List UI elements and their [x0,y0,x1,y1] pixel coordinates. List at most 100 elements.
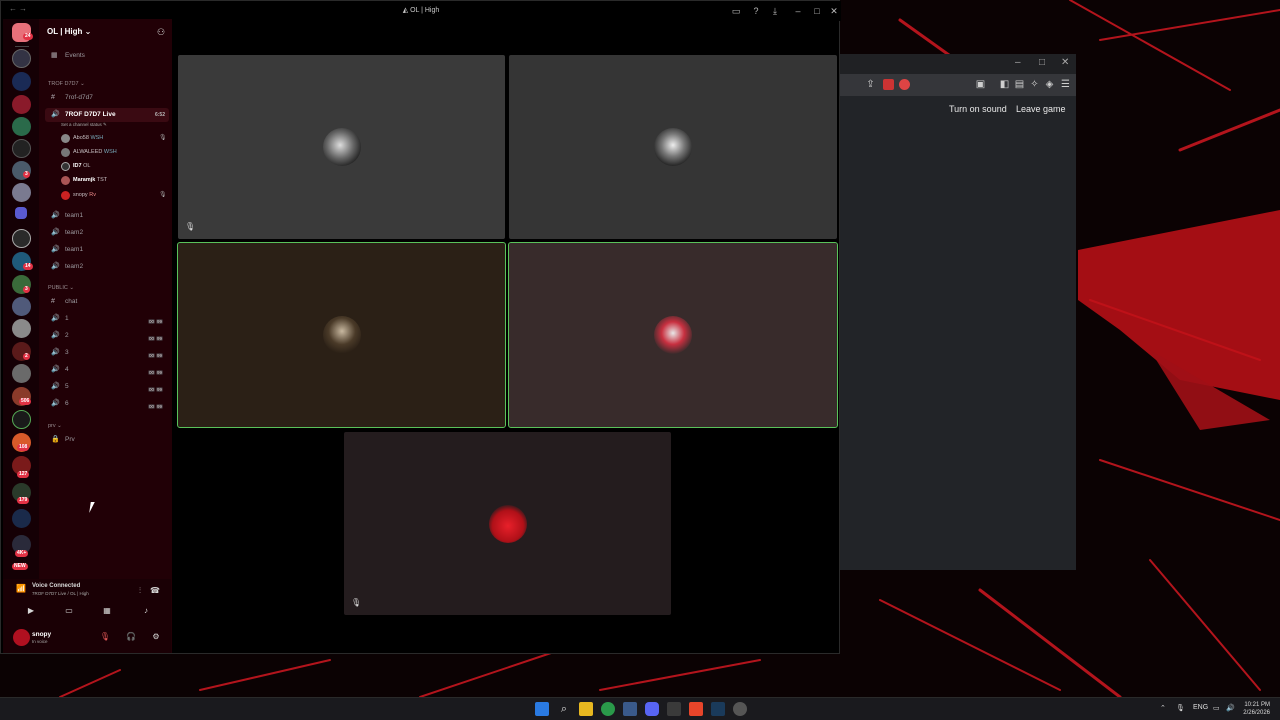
leo-icon[interactable]: ✧ [1029,79,1040,90]
server-icon[interactable] [12,364,31,383]
video-tile[interactable]: 🎙 [344,432,671,615]
folder-icon[interactable] [15,207,27,219]
menu-icon[interactable]: ☰ [1060,79,1071,90]
video-tile[interactable]: 🎙 [178,55,505,239]
browser-content: Turn on sound Leave game [839,96,1076,570]
voice-member[interactable]: Abo58 WSH 🎙 [59,132,167,144]
brave-shield-icon[interactable] [883,79,894,90]
share-icon[interactable]: ⇪ [865,79,876,90]
speaker-icon: 🔊 [51,366,60,373]
xbox-icon[interactable] [667,702,681,716]
channel-timer: 6:52 [154,112,165,118]
invite-people-icon[interactable]: ⚇ [157,27,165,38]
minimize-icon[interactable]: – [792,5,804,17]
voice-member[interactable]: Maramjk TST [59,174,107,186]
channel-status-hint[interactable]: Set a channel status ✎ [61,122,107,128]
sidebar-icon[interactable]: ◧ [999,79,1010,90]
volume-icon[interactable]: 🔊 [1226,704,1235,712]
screen-share-icon[interactable]: ▭ [63,605,75,617]
server-icon[interactable] [12,229,31,248]
avatar[interactable] [13,629,30,646]
category-header[interactable]: PUBLIC ⌄ [48,285,74,291]
steam-icon[interactable] [711,702,725,716]
text-channel-7rof[interactable]: #7rof-d7d7 [45,91,169,105]
speaker-icon: 🔊 [51,212,60,219]
steam-icon[interactable] [623,702,637,716]
headphones-icon[interactable]: 🎧 [125,631,137,643]
voice-channel-live[interactable]: 🔊 7ROF D7D7 Live 6:52 [45,108,169,122]
user-limit: 00 99 [147,370,163,375]
voice-member[interactable]: snopy Rv 🎙 [59,189,167,201]
video-tile-speaking[interactable] [508,242,838,428]
voice-channel-2[interactable]: 🔊 2 00 99 [45,329,169,343]
voice-channel-6[interactable]: 🔊 6 00 99 [45,397,169,411]
category-header[interactable]: prv ⌄ [48,423,62,429]
network-icon[interactable]: ▭ [1213,704,1220,712]
start-icon[interactable] [535,702,549,716]
maximize-icon[interactable]: □ [811,5,823,17]
server-icon[interactable] [12,319,31,338]
search-icon[interactable]: ⌕ [557,702,571,716]
download-icon[interactable]: ⤓ [769,5,781,17]
voice-channel-team1[interactable]: 🔊 team1 [45,209,169,223]
noise-suppression-icon[interactable]: ⫶ [134,585,146,597]
server-name-dropdown[interactable]: OL | High ⌄ [47,27,91,36]
help-icon[interactable]: ? [750,5,762,17]
rewards-icon[interactable] [899,79,910,90]
minimize-icon[interactable]: – [1015,57,1021,68]
soundboard-icon[interactable]: ♪ [140,605,152,617]
text-channel-chat[interactable]: # chat [45,295,169,309]
server-icon[interactable] [12,49,31,68]
mute-microphone-icon[interactable]: 🎙 [99,631,111,643]
app-icon[interactable] [733,702,747,716]
category-header[interactable]: TROF D7D7 ⌄ [48,81,85,87]
chevron-up-icon[interactable]: ⌃ [1160,704,1166,712]
avatar [654,128,692,166]
server-icon[interactable] [12,72,31,91]
events-item[interactable]: ▦ Events [45,49,169,63]
voice-channel-team1[interactable]: 🔊 team1 [45,243,169,257]
tabs-icon[interactable]: ▣ [975,79,986,90]
brave-icon[interactable] [689,702,703,716]
close-icon[interactable]: ✕ [1061,57,1069,68]
voice-channel-team2[interactable]: 🔊 team2 [45,260,169,274]
server-icon[interactable] [12,410,31,429]
turn-on-sound-link[interactable]: Turn on sound [949,104,1007,114]
voice-channel-team2[interactable]: 🔊 team2 [45,226,169,240]
voice-member[interactable]: ID7 OL [59,160,90,172]
inbox-icon[interactable]: ▭ [730,5,742,17]
language-indicator[interactable]: ENG [1193,704,1208,711]
close-icon[interactable]: ✕ [828,5,840,17]
server-folder-icon[interactable] [12,509,31,528]
server-icon[interactable] [12,139,31,158]
server-icon[interactable] [12,117,31,136]
server-icon[interactable] [12,297,31,316]
wallet-icon[interactable]: ▤ [1014,79,1025,90]
voice-channel-3[interactable]: 🔊 3 00 99 [45,346,169,360]
gear-icon[interactable]: ⚙ [150,631,162,643]
voice-member[interactable]: ALWALEED WSH [59,146,117,158]
server-icon[interactable] [12,95,31,114]
vpn-icon[interactable]: ◈ [1044,79,1055,90]
camera-icon[interactable]: ▶ [25,605,37,617]
video-tile[interactable] [509,55,837,239]
clock[interactable]: 10:21 PM 2/26/2026 [1243,701,1270,717]
server-icon[interactable] [12,183,31,202]
chrome-icon[interactable] [601,702,615,716]
voice-channel-prv[interactable]: 🔒 Prv [45,433,169,447]
voice-channel-1[interactable]: 🔊 1 00 99 [45,312,169,326]
activities-icon[interactable]: ▦ [101,605,113,617]
discord-icon[interactable] [645,702,659,716]
server-badge: 4K+ [15,550,29,557]
voice-channel-5[interactable]: 🔊 5 00 99 [45,380,169,394]
maximize-icon[interactable]: □ [1039,57,1045,68]
disconnect-icon[interactable]: ☎ [149,585,161,597]
video-tile-speaking[interactable] [177,242,506,428]
voice-channel-path[interactable]: 7ROF D7D7 Live / OL | High [32,591,89,596]
voice-channel-4[interactable]: 🔊 4 00 99 [45,363,169,377]
leave-game-link[interactable]: Leave game [1016,104,1066,114]
file-explorer-icon[interactable] [579,702,593,716]
browser-window: – □ ✕ ⇪ ▣ ◧ ▤ ✧ ◈ ☰ Turn on sound Leave … [838,54,1076,570]
microphone-icon[interactable]: 🎙 [1176,704,1185,712]
signal-icon[interactable]: 📶 [15,583,27,595]
